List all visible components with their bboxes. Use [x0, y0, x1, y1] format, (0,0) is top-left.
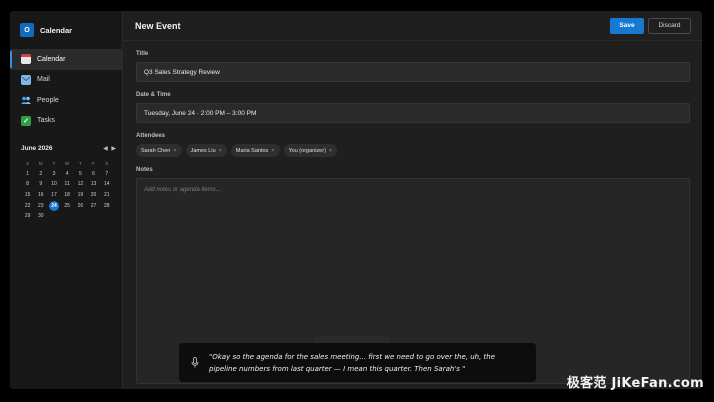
attendee-chip[interactable]: Maria Santos ×: [230, 144, 280, 157]
app-title: Calendar: [40, 25, 73, 35]
discard-button[interactable]: Discard: [648, 17, 691, 34]
event-editor: New Event Save Discard Title Q3 Sales St…: [123, 11, 702, 389]
attendee-name: James Liu: [190, 147, 216, 154]
mini-calendar: June 2026 ◀ ▶ S M T W T F S 1 2 3 4 5 6 7 8 9 10 11 12 13 14…: [21, 143, 117, 222]
tasks-icon: ✓: [21, 115, 31, 126]
attendee-chip[interactable]: James Liu ×: [185, 144, 227, 157]
next-month-button[interactable]: ▶: [111, 146, 117, 152]
mini-calendar-header: June 2026 ◀ ▶: [21, 143, 117, 153]
day-cell[interactable]: 5: [74, 169, 87, 180]
mail-icon: [21, 74, 31, 85]
day-cell[interactable]: 29: [21, 211, 34, 222]
remove-attendee-icon[interactable]: ×: [173, 148, 176, 154]
mini-calendar-grid: S M T W T F S 1 2 3 4 5 6 7 8 9 10 11 12 13 14 15 16 17 18 19 20 21…: [21, 158, 117, 222]
day-cell[interactable]: 25: [61, 200, 74, 211]
notes-label: Notes: [136, 167, 153, 173]
day-cell[interactable]: 27: [87, 200, 100, 211]
page-title: New Event: [135, 20, 181, 31]
editor-header: New Event Save Discard: [123, 11, 702, 41]
attendees-label: Attendees: [136, 133, 166, 139]
weekday-header: M: [38, 160, 43, 166]
save-button[interactable]: Save: [610, 17, 644, 34]
day-cell[interactable]: 3: [47, 169, 60, 180]
attendee-list: Sarah Chen × James Liu × Maria Santos × …: [136, 144, 690, 157]
microphone-icon: [191, 357, 199, 369]
attendee-name: You (organizer): [288, 147, 326, 154]
day-cell[interactable]: 13: [87, 179, 100, 190]
day-cell[interactable]: 4: [61, 169, 74, 180]
day-cell[interactable]: 10: [47, 179, 60, 190]
weekday-header: S: [105, 160, 109, 166]
day-cell[interactable]: 15: [21, 190, 34, 201]
datetime-label: Date & Time: [136, 92, 171, 98]
sidebar-item-mail[interactable]: Mail: [10, 70, 122, 91]
day-cell[interactable]: 11: [61, 179, 74, 190]
day-cell[interactable]: 23: [34, 200, 47, 211]
remove-attendee-icon[interactable]: ×: [329, 148, 332, 154]
day-cell[interactable]: 22: [21, 200, 34, 211]
day-cell[interactable]: 7: [100, 169, 113, 180]
day-cell[interactable]: 8: [21, 179, 34, 190]
title-field[interactable]: Q3 Sales Strategy Review: [136, 62, 690, 82]
sidebar-nav: Calendar Mail People ✓ Tasks: [10, 49, 122, 131]
day-cell[interactable]: 30: [34, 211, 47, 222]
weekday-header: F: [92, 160, 95, 166]
sidebar-item-calendar[interactable]: Calendar: [10, 49, 122, 70]
sidebar-item-tasks[interactable]: ✓ Tasks: [10, 111, 122, 132]
people-icon: [21, 95, 31, 105]
title-label: Title: [136, 51, 149, 57]
sidebar-item-people[interactable]: People: [10, 90, 122, 111]
day-cell[interactable]: 6: [87, 169, 100, 180]
day-cell[interactable]: 14: [100, 179, 113, 190]
prev-month-button[interactable]: ◀: [103, 146, 109, 152]
weekday-header: T: [78, 160, 82, 166]
attendee-chip[interactable]: Sarah Chen ×: [136, 144, 182, 157]
mini-calendar-nav: ◀ ▶: [103, 145, 117, 152]
event-form: Title Q3 Sales Strategy Review Date & Ti…: [123, 51, 702, 384]
attendee-name: Maria Santos: [235, 147, 269, 154]
day-cell[interactable]: 17: [47, 190, 60, 201]
datetime-field[interactable]: Tuesday, June 24 · 2:00 PM – 3:00 PM: [136, 103, 690, 123]
app-window: O Calendar Calendar Mail People ✓ Tasks …: [10, 11, 702, 389]
today-day-cell[interactable]: 24: [48, 200, 59, 211]
day-cell[interactable]: 9: [34, 179, 47, 190]
remove-attendee-icon[interactable]: ×: [219, 148, 222, 154]
calendar-icon: [21, 54, 31, 65]
app-logo: O: [20, 23, 34, 37]
empty-day-cell: [74, 211, 87, 222]
remove-attendee-icon[interactable]: ×: [271, 148, 274, 154]
day-cell[interactable]: 2: [34, 169, 47, 180]
day-cell[interactable]: 28: [100, 200, 113, 211]
weekday-header: T: [52, 160, 56, 166]
day-cell[interactable]: 19: [74, 190, 87, 201]
dictation-caption: "Okay so the agenda for the sales meetin…: [179, 343, 536, 382]
app-header: O Calendar: [10, 11, 122, 49]
empty-day-cell: [47, 211, 60, 222]
empty-day-cell: [100, 211, 113, 222]
day-cell[interactable]: 26: [74, 200, 87, 211]
attendee-name: Sarah Chen: [141, 147, 171, 154]
attendee-chip[interactable]: You (organizer) ×: [283, 144, 338, 157]
day-cell[interactable]: 21: [100, 190, 113, 201]
day-cell[interactable]: 12: [74, 179, 87, 190]
day-cell[interactable]: 20: [87, 190, 100, 201]
empty-day-cell: [87, 211, 100, 222]
day-cell[interactable]: 18: [61, 190, 74, 201]
weekday-header: W: [65, 160, 70, 166]
sidebar-item-label: Tasks: [37, 117, 55, 125]
day-cell[interactable]: 1: [21, 169, 34, 180]
watermark: 极客范 JiKeFan.com: [566, 376, 704, 391]
sidebar: O Calendar Calendar Mail People ✓ Tasks …: [10, 11, 123, 389]
day-cell[interactable]: 16: [34, 190, 47, 201]
mini-calendar-title: June 2026: [21, 144, 53, 152]
weekday-header: S: [26, 160, 30, 166]
empty-day-cell: [61, 211, 74, 222]
caption-text: "Okay so the agenda for the sales meetin…: [209, 352, 496, 373]
sidebar-item-label: Calendar: [37, 55, 66, 63]
sidebar-item-label: People: [37, 96, 59, 104]
sidebar-item-label: Mail: [37, 76, 50, 84]
header-actions: Save Discard: [610, 17, 691, 34]
